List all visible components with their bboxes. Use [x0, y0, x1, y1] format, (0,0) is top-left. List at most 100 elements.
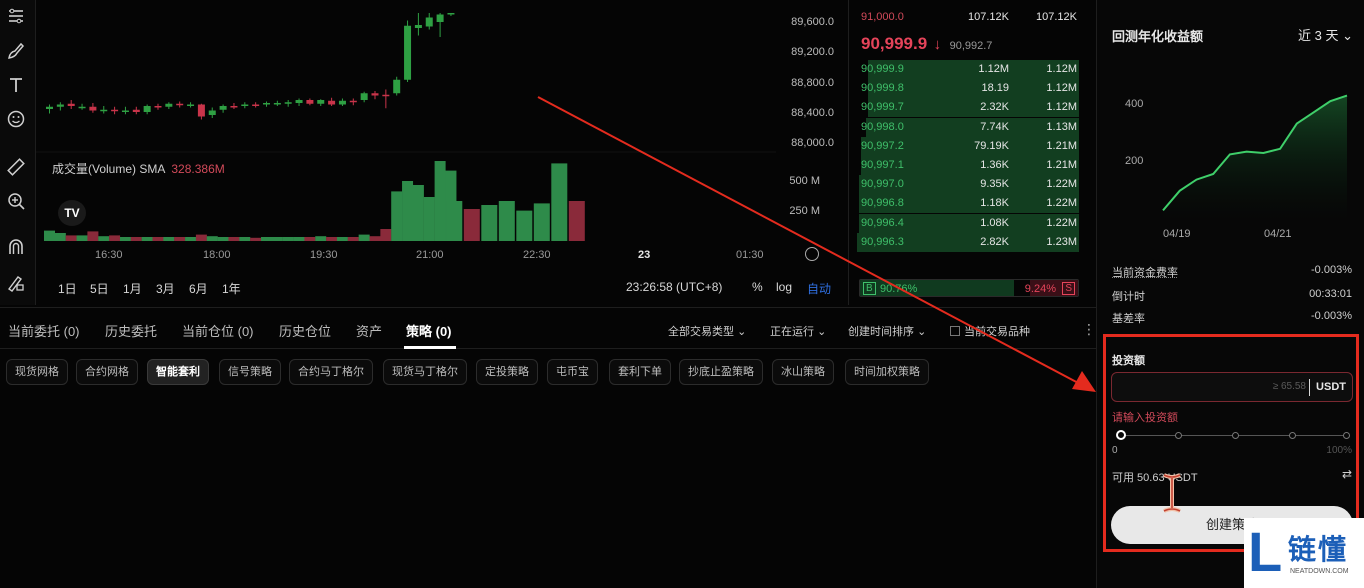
- candle-body: [414, 25, 422, 28]
- volume-bar: [380, 229, 392, 241]
- bid-row[interactable]: 90,996.4 1.08K 1.22M: [857, 213, 1079, 233]
- tab-strategy[interactable]: 策略 (0): [406, 321, 452, 340]
- chevron-down-icon: ⌄: [737, 326, 747, 338]
- candle-body: [273, 103, 281, 105]
- strategy-chip[interactable]: 合约马丁格尔: [289, 359, 373, 385]
- candle-body: [197, 104, 205, 117]
- volume-bar: [391, 191, 403, 241]
- bid-row[interactable]: 90,998.0 7.74K 1.13M: [857, 117, 1079, 137]
- bid-row[interactable]: 90,996.3 2.82K 1.23M: [857, 232, 1079, 252]
- bid-amount: 9.35K: [980, 178, 1009, 191]
- candle-body: [447, 13, 455, 15]
- volume-bar: [423, 197, 435, 241]
- bid-amount: 1.36K: [980, 159, 1009, 171]
- volume-bar: [76, 235, 88, 241]
- candle-body: [111, 109, 119, 112]
- range-1d[interactable]: 1日: [58, 280, 77, 297]
- emoji-icon[interactable]: [3, 106, 29, 132]
- bid-price: 90,996.8: [861, 197, 904, 210]
- tab-position-history[interactable]: 历史仓位: [279, 321, 331, 340]
- volume-legend-label: 成交量(Volume) SMA: [52, 162, 166, 176]
- volume-bar: [402, 181, 414, 241]
- bid-row[interactable]: 90,999.8 18.19 1.12M: [857, 79, 1079, 99]
- bid-row[interactable]: 90,997.0 9.35K 1.22M: [857, 175, 1079, 195]
- percent-toggle[interactable]: %: [752, 280, 763, 294]
- range-1m[interactable]: 1月: [123, 280, 142, 297]
- ask-row[interactable]: 91,000.0 107.12K 107.12K: [857, 8, 1079, 27]
- tab-positions[interactable]: 当前仓位 (0): [182, 321, 254, 340]
- volume-bar: [434, 161, 446, 241]
- candle-body: [404, 25, 412, 80]
- lock-pen-icon[interactable]: [3, 270, 29, 296]
- strategy-chip[interactable]: 信号策略: [219, 359, 281, 385]
- candle-body: [436, 14, 444, 22]
- volume-bar: [109, 235, 121, 241]
- more-icon[interactable]: ⋮: [1082, 321, 1096, 338]
- bid-row[interactable]: 90,999.9 1.12M 1.12M: [857, 60, 1079, 79]
- strategy-chip[interactable]: 时间加权策略: [845, 359, 929, 385]
- bid-row[interactable]: 90,996.8 1.18K 1.22M: [857, 194, 1079, 214]
- strategy-chip[interactable]: 合约网格: [76, 359, 138, 385]
- strategy-chip[interactable]: 智能套利: [147, 359, 209, 385]
- strategy-chip[interactable]: 冰山策略: [772, 359, 834, 385]
- strategy-chip[interactable]: 抄底止盈策略: [679, 359, 763, 385]
- filter-running[interactable]: 正在运行 ⌄: [770, 323, 826, 339]
- sell-label: S: [1062, 282, 1075, 295]
- filter-current-symbol[interactable]: 当前交易品种: [950, 323, 1030, 339]
- time-tick: 21:00: [416, 249, 444, 261]
- volume-bar: [206, 236, 218, 241]
- filter-trade-type[interactable]: 全部交易类型 ⌄: [668, 323, 746, 339]
- log-toggle[interactable]: log: [776, 280, 792, 294]
- filter-label: 当前交易品种: [964, 326, 1030, 338]
- price-chart[interactable]: 89,600.0 89,200.0 88,800.0 88,400.0 88,0…: [36, 0, 846, 305]
- candle-body: [230, 106, 238, 108]
- volume-bar: [568, 201, 585, 241]
- tab-order-history[interactable]: 历史委托: [105, 321, 157, 340]
- funding-rate-value: -0.003%: [1311, 264, 1352, 276]
- strategy-chip[interactable]: 屯币宝: [547, 359, 598, 385]
- strategy-chip[interactable]: 套利下单: [609, 359, 671, 385]
- bid-row[interactable]: 90,999.7 2.32K 1.12M: [857, 98, 1079, 118]
- strategy-chip[interactable]: 现货网格: [6, 359, 68, 385]
- volume-bar: [130, 237, 142, 241]
- bid-row[interactable]: 90,997.2 79.19K 1.21M: [857, 136, 1079, 156]
- text-icon[interactable]: [3, 72, 29, 98]
- settings-icon[interactable]: [805, 247, 819, 261]
- range-6m[interactable]: 6月: [189, 280, 208, 297]
- candle-body: [154, 106, 162, 108]
- bid-row[interactable]: 90,997.1 1.36K 1.21M: [857, 156, 1079, 175]
- volume-bar: [217, 237, 229, 241]
- brush-icon[interactable]: [3, 38, 29, 64]
- lines-icon[interactable]: [3, 3, 29, 29]
- zoom-in-icon[interactable]: [3, 188, 29, 214]
- candle-body: [132, 109, 140, 112]
- y-tick: 200: [1125, 155, 1144, 167]
- watermark-url: NEATDOWN.COM: [1290, 568, 1349, 575]
- volume-bar: [119, 237, 131, 241]
- candle-body: [121, 110, 129, 112]
- volume-bar: [369, 236, 381, 241]
- strategy-chip[interactable]: 定投策略: [476, 359, 538, 385]
- backtest-title: 回测年化收益额: [1112, 29, 1204, 44]
- time-tick: 18:00: [203, 249, 231, 261]
- filter-sort-time[interactable]: 创建时间排序 ⌄: [848, 323, 926, 339]
- volume-bar: [315, 236, 327, 241]
- period-select[interactable]: 近 3 天 ⌄: [1298, 25, 1353, 44]
- ruler-icon[interactable]: [3, 154, 29, 180]
- volume-bar: [250, 237, 262, 241]
- tab-assets[interactable]: 资产: [356, 321, 382, 340]
- range-1y[interactable]: 1年: [222, 280, 241, 297]
- candle-body: [425, 17, 433, 27]
- range-3m[interactable]: 3月: [156, 280, 175, 297]
- candle-body: [393, 79, 401, 94]
- magnet-icon[interactable]: [3, 234, 29, 260]
- auto-toggle[interactable]: 自动: [807, 280, 831, 297]
- volume-bar: [498, 201, 515, 241]
- tab-open-orders[interactable]: 当前委托 (0): [8, 321, 80, 340]
- range-5d[interactable]: 5日: [90, 280, 109, 297]
- ask-price: 91,000.0: [861, 11, 904, 23]
- ask-total: 107.12K: [1036, 11, 1077, 23]
- strategy-chip[interactable]: 现货马丁格尔: [383, 359, 467, 385]
- area-fill: [1163, 95, 1347, 220]
- buy-ratio: 90.76%: [880, 283, 918, 295]
